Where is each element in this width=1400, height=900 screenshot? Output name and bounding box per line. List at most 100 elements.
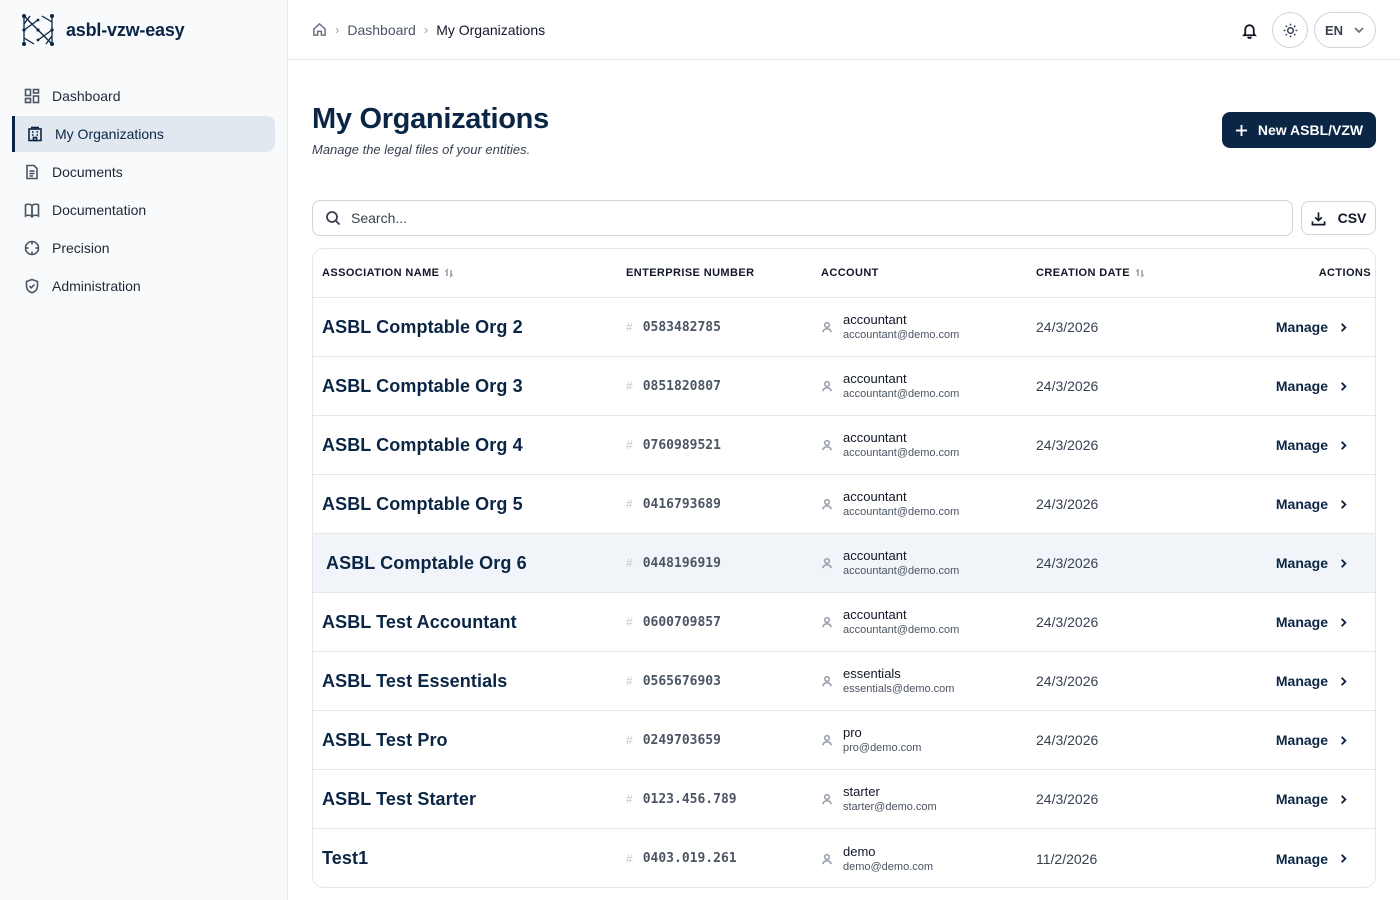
chevron-right-icon <box>1341 558 1347 568</box>
sidebar-item-my-organizations[interactable]: My Organizations <box>12 116 275 152</box>
brand[interactable]: asbl-vzw-easy <box>0 0 287 60</box>
crosshair-icon <box>24 240 40 256</box>
account-name: demo <box>843 843 876 859</box>
association-name-link[interactable]: ASBL Comptable Org 2 <box>322 317 523 338</box>
topbar: › Dashboard › My Organizations EN <box>288 0 1400 60</box>
hash-icon: # <box>626 674 633 688</box>
account-name: accountant <box>843 312 907 327</box>
new-asbl-button[interactable]: New ASBL/VZW <box>1222 112 1376 148</box>
sidebar-item-label: Documentation <box>52 202 147 218</box>
table-row: ASBL Test Pro # 0249703659 pro pro@demo.… <box>313 711 1375 770</box>
association-name-link[interactable]: ASBL Test Essentials <box>322 671 507 692</box>
creation-date: 24/3/2026 <box>1036 732 1099 748</box>
association-name-link[interactable]: ASBL Test Accountant <box>322 612 517 633</box>
table-row: ASBL Comptable Org 3 # 0851820807 accoun… <box>313 357 1375 416</box>
manage-button[interactable]: Manage <box>1276 555 1349 571</box>
manage-button[interactable]: Manage <box>1276 732 1349 748</box>
table-row: ASBL Comptable Org 2 # 0583482785 accoun… <box>313 298 1375 357</box>
sort-icon <box>445 268 454 278</box>
account-cell: accountant accountant@demo.com <box>821 548 959 578</box>
manage-label: Manage <box>1275 496 1328 512</box>
manage-button[interactable]: Manage <box>1276 851 1349 867</box>
account-name: accountant <box>843 371 907 386</box>
manage-button[interactable]: Manage <box>1276 791 1349 807</box>
search-box <box>312 200 1293 236</box>
user-icon <box>822 380 832 392</box>
creation-date: 11/2/2026 <box>1036 850 1098 867</box>
account-email: accountant@demo.com <box>843 329 960 341</box>
enterprise-number: # 0760989521 <box>626 438 721 453</box>
home-icon[interactable] <box>312 22 327 37</box>
chevron-right-icon <box>1341 499 1347 509</box>
header-enterprise-number: ENTERPRISE NUMBER <box>626 267 755 279</box>
hash-icon: # <box>626 379 633 393</box>
csv-export-button[interactable]: CSV <box>1301 201 1376 235</box>
account-email: starter@demo.com <box>843 801 937 813</box>
creation-date: 24/3/2026 <box>1036 496 1099 512</box>
account-cell: accountant accountant@demo.com <box>821 312 959 342</box>
association-name-link[interactable]: Test1 <box>322 848 368 869</box>
breadcrumb-item-dashboard[interactable]: Dashboard <box>347 22 416 38</box>
enterprise-number: # 0600709857 <box>626 615 721 630</box>
enterprise-number-value: 0760989521 <box>642 437 721 453</box>
creation-date: 24/3/2026 <box>1036 437 1099 453</box>
manage-button[interactable]: Manage <box>1276 319 1349 335</box>
breadcrumb-item-current: My Organizations <box>436 21 546 38</box>
account-info: accountant accountant@demo.com <box>843 607 959 637</box>
shield-icon <box>25 278 39 294</box>
manage-label: Manage <box>1275 614 1328 630</box>
association-name-link[interactable]: ASBL Test Pro <box>322 730 448 751</box>
enterprise-number-value: 0416793689 <box>642 496 721 512</box>
association-name-link[interactable]: ASBL Comptable Org 5 <box>322 494 523 515</box>
header-actions: ACTIONS <box>1318 267 1371 279</box>
enterprise-number-value: 0123.456.789 <box>642 791 737 807</box>
hash-icon: # <box>626 497 633 511</box>
search-input[interactable] <box>351 210 1251 226</box>
account-email: accountant@demo.com <box>843 624 960 636</box>
csv-button-label: CSV <box>1337 210 1367 226</box>
manage-button[interactable]: Manage <box>1276 437 1349 453</box>
header-creation-date[interactable]: CREATION DATE <box>1036 267 1145 279</box>
enterprise-number: # 0403.019.261 <box>626 851 737 866</box>
sidebar-item-precision[interactable]: Precision <box>12 230 275 266</box>
manage-button[interactable]: Manage <box>1276 378 1349 394</box>
enterprise-number-value: 0403.019.261 <box>642 851 737 866</box>
manage-button[interactable]: Manage <box>1276 673 1349 689</box>
language-select[interactable]: EN <box>1314 12 1376 48</box>
header-association-name[interactable]: ASSOCIATION NAME <box>322 267 454 279</box>
table-body: ASBL Comptable Org 2 # 0583482785 accoun… <box>313 298 1375 887</box>
user-icon <box>822 793 832 805</box>
chevron-right-icon <box>1341 735 1347 745</box>
header-account: ACCOUNT <box>821 267 879 279</box>
sidebar-item-documentation[interactable]: Documentation <box>12 192 275 228</box>
account-name: accountant <box>843 548 907 563</box>
manage-button[interactable]: Manage <box>1276 614 1349 630</box>
manage-button[interactable]: Manage <box>1276 496 1349 512</box>
table-row: ASBL Test Starter # 0123.456.789 starter… <box>313 770 1375 829</box>
creation-date: 24/3/2026 <box>1036 319 1099 335</box>
notifications-button[interactable] <box>1232 12 1266 48</box>
theme-toggle-button[interactable] <box>1272 12 1308 48</box>
sidebar-item-label: Documents <box>52 164 123 180</box>
account-email: pro@demo.com <box>843 742 922 754</box>
sidebar-item-documents[interactable]: Documents <box>12 154 275 190</box>
account-cell: demo demo@demo.com <box>821 844 933 874</box>
breadcrumb-separator: › <box>335 22 340 37</box>
association-name-link[interactable]: ASBL Comptable Org 3 <box>322 376 523 397</box>
enterprise-number: # 0448196919 <box>626 556 721 571</box>
account-cell: accountant accountant@demo.com <box>821 489 959 519</box>
account-email: accountant@demo.com <box>843 506 960 518</box>
account-info: accountant accountant@demo.com <box>843 489 959 519</box>
association-name-link[interactable]: ASBL Comptable Org 6 <box>326 553 527 574</box>
sidebar-item-administration[interactable]: Administration <box>12 268 275 304</box>
user-icon <box>822 498 832 510</box>
association-name-link[interactable]: ASBL Test Starter <box>322 789 476 810</box>
association-name-link[interactable]: ASBL Comptable Org 4 <box>322 435 523 456</box>
enterprise-number-value: 0583482785 <box>642 319 721 335</box>
sidebar-item-dashboard[interactable]: Dashboard <box>12 78 275 114</box>
page-subtitle: Manage the legal files of your entities. <box>312 142 531 157</box>
table-row: ASBL Comptable Org 5 # 0416793689 accoun… <box>313 475 1375 534</box>
hash-icon: # <box>626 556 633 570</box>
hash-icon: # <box>626 733 633 747</box>
sidebar-item-label: My Organizations <box>55 126 164 142</box>
